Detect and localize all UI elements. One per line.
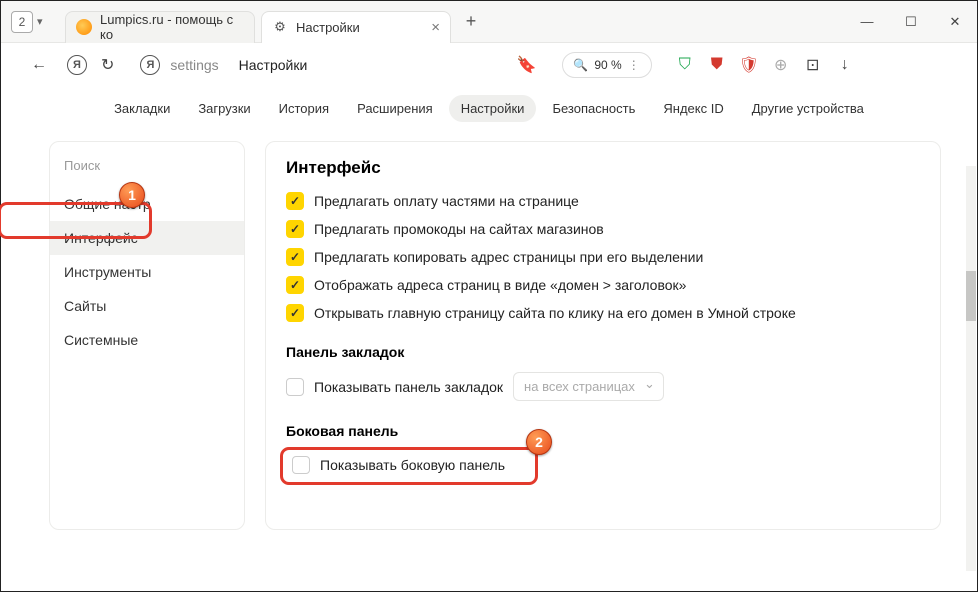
- zoom-value: 90 %: [594, 58, 621, 72]
- checkbox-checked-icon[interactable]: ✓: [286, 220, 304, 238]
- section-heading-bookmarks: Панель закладок: [286, 344, 920, 360]
- top-tab-extensions[interactable]: Расширения: [345, 95, 445, 122]
- extensions-icon[interactable]: ⊡: [804, 56, 822, 74]
- bookmark-icon[interactable]: 🔖: [516, 55, 536, 75]
- top-tab-settings[interactable]: Настройки: [449, 95, 537, 122]
- option-label: Предлагать копировать адрес страницы при…: [314, 249, 703, 265]
- tab-count-badge[interactable]: 2: [11, 11, 33, 33]
- favicon-orange-icon: [76, 19, 92, 35]
- minimize-button[interactable]: —: [845, 1, 889, 43]
- checkbox-checked-icon[interactable]: ✓: [286, 276, 304, 294]
- annotation-badge-1: 1: [119, 182, 145, 208]
- option-row-show-sidepanel[interactable]: Показывать боковую панель 2: [286, 451, 920, 479]
- checkbox-checked-icon[interactable]: ✓: [286, 192, 304, 210]
- reload-button[interactable]: ↻: [101, 55, 114, 75]
- option-row-show-bookmarks[interactable]: Показывать панель закладок на всех стран…: [286, 372, 920, 401]
- bookmarks-scope-select[interactable]: на всех страницах: [513, 372, 664, 401]
- option-label: Показывать боковую панель: [320, 457, 505, 473]
- tab-active[interactable]: ⚙ Настройки ×: [261, 11, 451, 43]
- top-tab-security[interactable]: Безопасность: [540, 95, 647, 122]
- option-label: Предлагать промокоды на сайтах магазинов: [314, 221, 604, 237]
- option-row[interactable]: ✓ Отображать адреса страниц в виде «домен…: [286, 276, 920, 294]
- ublock-icon[interactable]: ⛊: [708, 56, 726, 74]
- checkbox-checked-icon[interactable]: ✓: [286, 304, 304, 322]
- option-label: Показывать панель закладок: [314, 379, 503, 395]
- top-tab-yandexid[interactable]: Яндекс ID: [651, 95, 735, 122]
- checkbox-empty-icon[interactable]: [292, 456, 310, 474]
- option-row[interactable]: ✓ Предлагать оплату частями на странице: [286, 192, 920, 210]
- window-titlebar: 2 ▾ Lumpics.ru - помощь с ко ⚙ Настройки…: [1, 1, 977, 43]
- gear-icon: ⚙: [272, 19, 288, 35]
- option-row[interactable]: ✓ Предлагать промокоды на сайтах магазино…: [286, 220, 920, 238]
- new-tab-button[interactable]: +: [459, 10, 483, 34]
- settings-top-tabs: Закладки Загрузки История Расширения Нас…: [1, 87, 977, 129]
- option-row[interactable]: ✓ Открывать главную страницу сайта по кли…: [286, 304, 920, 322]
- tab-label: Настройки: [296, 20, 360, 35]
- maximize-button[interactable]: ☐: [889, 1, 933, 43]
- scrollbar-track[interactable]: [966, 166, 976, 571]
- checkbox-empty-icon[interactable]: [286, 378, 304, 396]
- sidebar-item-interface[interactable]: Интерфейс: [50, 221, 244, 255]
- page-title-in-bar: Настройки: [239, 57, 308, 73]
- top-tab-history[interactable]: История: [267, 95, 341, 122]
- option-row[interactable]: ✓ Предлагать копировать адрес страницы пр…: [286, 248, 920, 266]
- address-bar: ← Я ↻ Я settings Настройки 🔖 🔍 90 % ⋮ ⛉ …: [1, 43, 977, 87]
- sidebar-item-tools[interactable]: Инструменты: [50, 255, 244, 289]
- omnibox[interactable]: Я settings Настройки 🔖: [128, 49, 548, 81]
- top-tab-devices[interactable]: Другие устройства: [740, 95, 876, 122]
- content-area: Поиск Общие настр Интерфейс Инструменты …: [1, 129, 977, 530]
- kebab-icon[interactable]: ⋮: [628, 58, 641, 72]
- tab-label: Lumpics.ru - помощь с ко: [100, 12, 244, 42]
- tab-background[interactable]: Lumpics.ru - помощь с ко: [65, 11, 255, 43]
- sidebar-item-sites[interactable]: Сайты: [50, 289, 244, 323]
- download-icon[interactable]: ↓: [836, 56, 854, 74]
- sidebar-search[interactable]: Поиск: [50, 152, 244, 187]
- shield-green-icon[interactable]: ⛉: [676, 56, 694, 74]
- option-label: Отображать адреса страниц в виде «домен …: [314, 277, 686, 293]
- yandex-home-icon[interactable]: Я: [67, 55, 87, 75]
- back-button[interactable]: ←: [31, 56, 47, 74]
- settings-sidebar: Поиск Общие настр Интерфейс Инструменты …: [49, 141, 245, 530]
- section-heading-sidepanel: Боковая панель: [286, 423, 920, 439]
- annotation-badge-2: 2: [526, 429, 552, 455]
- top-tab-bookmarks[interactable]: Закладки: [102, 95, 182, 122]
- extension-icons: ⛉ ⛊ 🛡 ⊕ ⊡ ↓: [676, 56, 854, 74]
- close-icon[interactable]: ×: [431, 19, 440, 36]
- settings-main-panel: Интерфейс ✓ Предлагать оплату частями на …: [265, 141, 941, 530]
- shield-red-icon[interactable]: 🛡: [740, 56, 758, 74]
- sidebar-item-general[interactable]: Общие настр: [50, 187, 244, 221]
- chevron-down-icon[interactable]: ▾: [37, 15, 55, 28]
- magnifier-icon: 🔍: [573, 58, 588, 72]
- option-label: Открывать главную страницу сайта по клик…: [314, 305, 796, 321]
- sidebar-item-system[interactable]: Системные: [50, 323, 244, 357]
- globe-icon[interactable]: ⊕: [772, 56, 790, 74]
- scrollbar-thumb[interactable]: [966, 271, 976, 321]
- option-label: Предлагать оплату частями на странице: [314, 193, 579, 209]
- url-path: settings: [170, 57, 218, 73]
- favicon-y-icon: Я: [140, 55, 160, 75]
- zoom-indicator[interactable]: 🔍 90 % ⋮: [562, 52, 651, 78]
- section-heading-interface: Интерфейс: [286, 158, 920, 178]
- close-window-button[interactable]: ✕: [933, 1, 977, 43]
- checkbox-checked-icon[interactable]: ✓: [286, 248, 304, 266]
- top-tab-downloads[interactable]: Загрузки: [186, 95, 262, 122]
